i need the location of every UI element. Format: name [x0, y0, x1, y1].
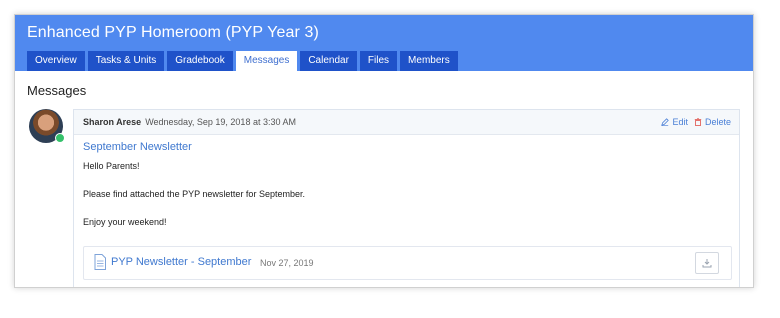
avatar[interactable] [29, 109, 65, 143]
tab-gradebook[interactable]: Gradebook [167, 51, 233, 71]
download-button[interactable] [695, 252, 719, 274]
tab-calendar[interactable]: Calendar [300, 51, 357, 71]
course-tabs: Overview Tasks & Units Gradebook Message… [27, 51, 458, 71]
page-title: Messages [27, 83, 87, 98]
message-post: Sharon Arese Wednesday, Sep 19, 2018 at 3… [73, 109, 740, 287]
course-card: Enhanced PYP Homeroom (PYP Year 3) Overv… [14, 14, 754, 288]
message-line: Enjoy your weekend! [83, 217, 167, 227]
tab-tasks-units[interactable]: Tasks & Units [87, 51, 165, 71]
tab-members[interactable]: Members [400, 51, 458, 71]
attachment-card: PYP Newsletter - September Nov 27, 2019 [83, 246, 732, 280]
download-icon [702, 259, 712, 268]
message-subject-link[interactable]: September Newsletter [83, 141, 730, 153]
tab-files[interactable]: Files [359, 51, 398, 71]
attachment-date: Nov 27, 2019 [260, 258, 314, 268]
pencil-icon [661, 118, 670, 126]
trash-icon [694, 118, 702, 126]
message-timestamp: Wednesday, Sep 19, 2018 at 3:30 AM [145, 117, 296, 127]
tab-messages[interactable]: Messages [235, 51, 298, 71]
message-line: Please find attached the PYP newsletter … [83, 189, 305, 199]
document-icon [94, 254, 106, 270]
course-title: Enhanced PYP Homeroom (PYP Year 3) [27, 24, 319, 41]
message-actions: Edit Delete [661, 110, 731, 134]
online-status-indicator [55, 133, 65, 143]
tab-overview[interactable]: Overview [27, 51, 85, 71]
delete-button[interactable]: Delete [694, 110, 731, 134]
message-body: September Newsletter Hello Parents! Plea… [74, 135, 739, 228]
message-line: Hello Parents! [83, 161, 140, 171]
edit-button[interactable]: Edit [661, 110, 688, 134]
message-header: Sharon Arese Wednesday, Sep 19, 2018 at 3… [74, 110, 739, 135]
course-header: Enhanced PYP Homeroom (PYP Year 3) Overv… [15, 15, 753, 71]
message-author[interactable]: Sharon Arese [83, 117, 141, 127]
attachment-name-link[interactable]: PYP Newsletter - September [111, 256, 251, 268]
delete-label: Delete [704, 117, 731, 127]
edit-label: Edit [672, 117, 688, 127]
